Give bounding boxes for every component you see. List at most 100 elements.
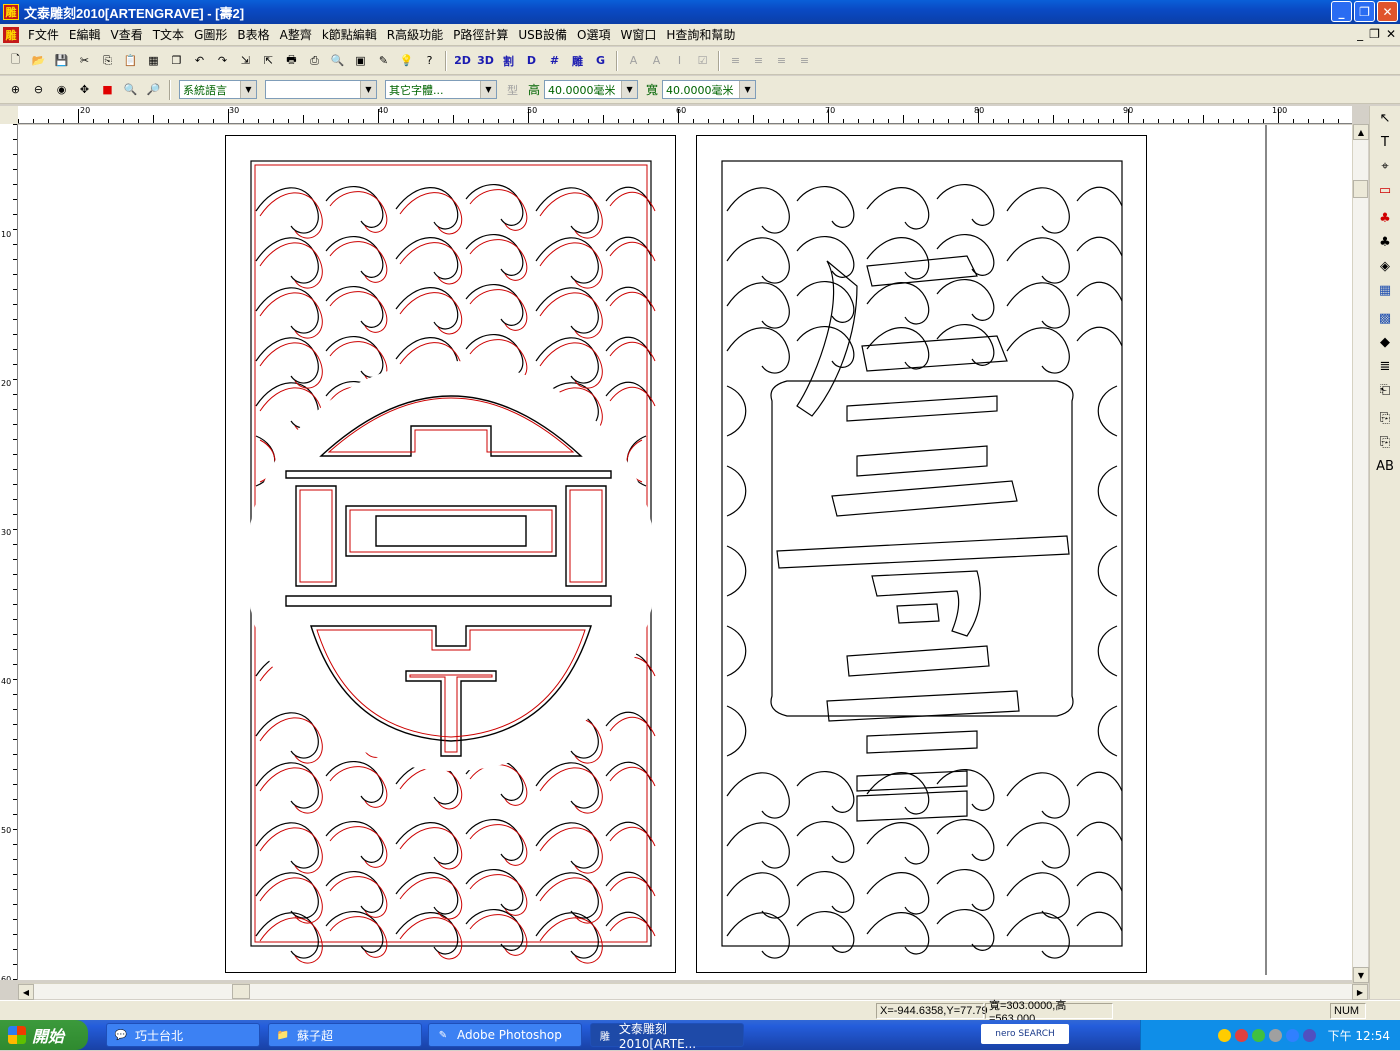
doc-close-button[interactable]: ✕: [1386, 27, 1396, 41]
doc-icon[interactable]: 雕: [3, 26, 19, 43]
zoom-out-icon[interactable]: ⊖: [28, 79, 49, 100]
copy-icon[interactable]: ⎘: [97, 50, 118, 71]
preview-icon[interactable]: 🔍: [327, 50, 348, 71]
mode-button-2[interactable]: 割: [498, 50, 519, 71]
zoom-fit-icon[interactable]: 🔍: [120, 79, 141, 100]
node-edit-icon[interactable]: ⌖: [1374, 155, 1396, 177]
align-button-0[interactable]: ≡: [725, 50, 746, 71]
zoom-page-icon[interactable]: ◉: [51, 79, 72, 100]
mode-button-6[interactable]: G: [590, 50, 611, 71]
paste-special-icon[interactable]: ▦: [143, 50, 164, 71]
network-icon[interactable]: [1251, 1028, 1265, 1042]
info-icon[interactable]: [1285, 1028, 1299, 1042]
pan-icon[interactable]: ✥: [74, 79, 95, 100]
menu-item-3[interactable]: T文本: [148, 26, 189, 43]
import-doc-icon[interactable]: ⎗: [1374, 379, 1396, 401]
mode-button-3[interactable]: D: [521, 50, 542, 71]
table-tool-icon[interactable]: ▦: [1374, 279, 1396, 301]
doc-restore-button[interactable]: ❐: [1369, 27, 1380, 41]
width-input[interactable]: 40.0000毫米 ▼: [662, 80, 757, 99]
text-tool-icon[interactable]: T: [1374, 131, 1396, 153]
export-icon[interactable]: ⇱: [258, 50, 279, 71]
language-select[interactable]: 系統語言 ▼: [179, 80, 257, 99]
zoom-in-icon[interactable]: ⊕: [5, 79, 26, 100]
pen-icon[interactable]: ✎: [373, 50, 394, 71]
start-button[interactable]: 開始: [0, 1020, 88, 1050]
mode-button-4[interactable]: #: [544, 50, 565, 71]
rectangle-tool-icon[interactable]: ▭: [1374, 179, 1396, 201]
copy-doc-icon[interactable]: ⎘: [1374, 407, 1396, 429]
menu-item-0[interactable]: F文件: [23, 26, 64, 43]
menu-item-11[interactable]: O選項: [572, 26, 615, 43]
horizontal-scroll-thumb[interactable]: [232, 984, 250, 999]
bucket-icon[interactable]: ◆: [1374, 331, 1396, 353]
engraving-cut-path-design[interactable]: [226, 136, 677, 974]
task-folder[interactable]: 📁 蘇子超: [268, 1023, 422, 1047]
menu-item-5[interactable]: B表格: [232, 26, 274, 43]
text-style-button-3[interactable]: ☑: [692, 50, 713, 71]
help-icon[interactable]: ?: [419, 50, 440, 71]
fill-red-icon[interactable]: ♣: [1374, 207, 1396, 229]
align-button-2[interactable]: ≡: [771, 50, 792, 71]
scroll-right-button[interactable]: ▶: [1352, 984, 1368, 1000]
print-icon[interactable]: 🖶: [281, 50, 302, 71]
ab-text-icon[interactable]: AB: [1374, 455, 1396, 477]
print-setup-icon[interactable]: ⎙: [304, 50, 325, 71]
menu-item-9[interactable]: P路徑計算: [448, 26, 513, 43]
mode-button-1[interactable]: 3D: [475, 50, 496, 71]
tip-icon[interactable]: 💡: [396, 50, 417, 71]
menu-item-2[interactable]: V查看: [106, 26, 148, 43]
restore-button[interactable]: ❐: [1354, 1, 1375, 22]
vertical-scroll-thumb[interactable]: [1353, 180, 1368, 198]
text-style-button-2[interactable]: I: [669, 50, 690, 71]
menu-item-4[interactable]: G圖形: [189, 26, 232, 43]
text-style-button-1[interactable]: A: [646, 50, 667, 71]
redo-icon[interactable]: ↷: [212, 50, 233, 71]
scroll-down-button[interactable]: ▼: [1353, 967, 1369, 983]
paste-icon[interactable]: 📋: [120, 50, 141, 71]
select-arrow-icon[interactable]: ↖: [1374, 107, 1396, 129]
menu-item-10[interactable]: USB設備: [513, 26, 572, 43]
mode-button-5[interactable]: 雕: [567, 50, 588, 71]
scroll-up-button[interactable]: ▲: [1353, 124, 1369, 140]
menu-item-13[interactable]: H查詢和幫助: [661, 26, 740, 43]
minimize-button[interactable]: _: [1331, 1, 1352, 22]
type-button[interactable]: 型: [502, 79, 523, 100]
engraving-outline-design[interactable]: [697, 136, 1148, 974]
import-icon[interactable]: ⇲: [235, 50, 256, 71]
shape-tool-icon[interactable]: ◈: [1374, 255, 1396, 277]
task-photoshop[interactable]: ✎ Adobe Photoshop: [428, 1023, 582, 1047]
horizontal-scrollbar[interactable]: ◀ ▶: [18, 983, 1368, 1000]
open-icon[interactable]: 📂: [28, 50, 49, 71]
clone-icon[interactable]: ❐: [166, 50, 187, 71]
shield-icon[interactable]: [1217, 1028, 1231, 1042]
save-icon[interactable]: 💾: [51, 50, 72, 71]
frame-icon[interactable]: ▣: [350, 50, 371, 71]
mode-button-0[interactable]: 2D: [452, 50, 473, 71]
menu-item-12[interactable]: W窗口: [615, 26, 661, 43]
zoom-select-icon[interactable]: 🔎: [143, 79, 164, 100]
task-qiaoshi[interactable]: 💬 巧士台北: [106, 1023, 260, 1047]
palette-icon[interactable]: ▩: [1374, 307, 1396, 329]
menu-item-7[interactable]: k節點編輯: [317, 26, 382, 43]
speaker-icon[interactable]: [1268, 1028, 1282, 1042]
undo-icon[interactable]: ↶: [189, 50, 210, 71]
cut-icon[interactable]: ✂: [74, 50, 95, 71]
align-button-3[interactable]: ≡: [794, 50, 815, 71]
menu-item-8[interactable]: R高級功能: [382, 26, 448, 43]
fill-outline-icon[interactable]: ♣: [1374, 231, 1396, 253]
paragraph-icon[interactable]: ≣: [1374, 355, 1396, 377]
page-left[interactable]: [225, 135, 676, 973]
scroll-left-button[interactable]: ◀: [18, 984, 34, 1000]
menu-item-6[interactable]: A整齊: [275, 26, 317, 43]
other-font-select[interactable]: 其它字體... ▼: [385, 80, 497, 99]
new-icon[interactable]: 🗋: [5, 50, 26, 71]
task-artengrave[interactable]: 雕文泰雕刻2010[ARTE...: [590, 1022, 744, 1051]
menu-item-1[interactable]: E編輯: [64, 26, 106, 43]
copy-doc2-icon[interactable]: ⎘: [1374, 431, 1396, 453]
font-select[interactable]: ▼: [265, 80, 377, 99]
vertical-ruler[interactable]: 10 20 30 40 50 60: [0, 124, 18, 980]
color-fill-icon[interactable]: ■: [97, 79, 118, 100]
text-style-button-0[interactable]: A: [623, 50, 644, 71]
antivirus-icon[interactable]: [1234, 1028, 1248, 1042]
